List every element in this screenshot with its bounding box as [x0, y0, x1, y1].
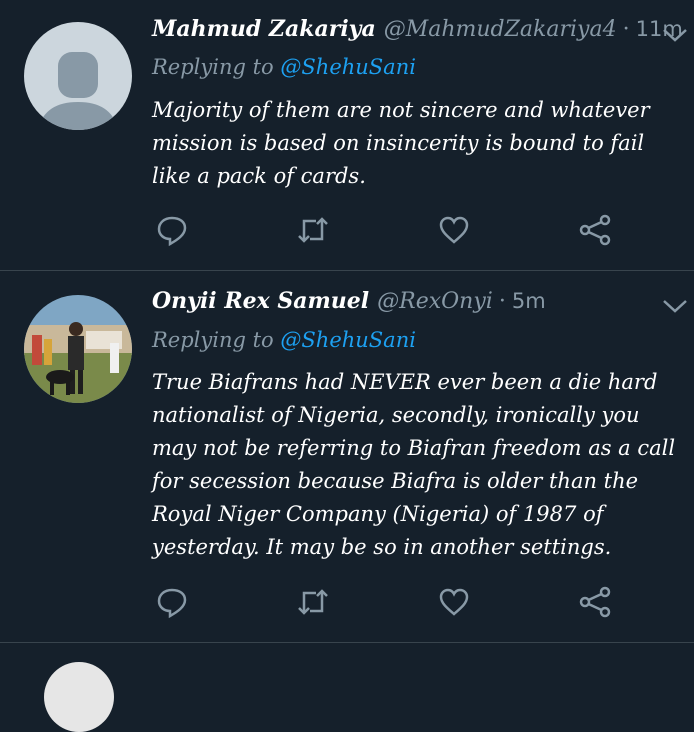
default-avatar-icon	[24, 22, 132, 130]
display-name[interactable]: Onyii Rex Samuel	[152, 288, 369, 314]
profile-photo-icon	[24, 295, 132, 403]
chevron-down-icon[interactable]	[660, 24, 690, 46]
like-button[interactable]	[434, 582, 474, 622]
like-button[interactable]	[434, 210, 474, 250]
reply-button[interactable]	[152, 210, 192, 250]
separator-dot: ·	[498, 289, 506, 314]
replying-label: Replying to	[152, 328, 274, 352]
reply-icon	[157, 216, 187, 247]
like-icon	[439, 588, 469, 616]
share-button[interactable]	[575, 582, 615, 622]
tweet-divider	[0, 642, 694, 643]
retweet-icon	[298, 589, 328, 615]
retweet-icon	[298, 217, 328, 243]
retweet-button[interactable]	[293, 210, 333, 250]
avatar-default[interactable]	[24, 22, 132, 130]
timestamp[interactable]: 5m	[512, 289, 546, 313]
tweet-2[interactable]: Onyii Rex Samuel @RexOnyi · 5m Replying …	[0, 271, 694, 642]
tweet-header: Mahmud Zakariya @MahmudZakariya4 · 11m	[152, 16, 683, 50]
next-tweet-avatar[interactable]	[44, 662, 114, 732]
replying-to: Replying to @ShehuSani	[152, 328, 416, 352]
chevron-down-icon[interactable]	[660, 295, 690, 317]
replying-to: Replying to @ShehuSani	[152, 55, 416, 79]
user-handle[interactable]: @MahmudZakariya4	[384, 17, 617, 42]
share-icon	[579, 586, 611, 618]
display-name[interactable]: Mahmud Zakariya	[152, 16, 376, 42]
replying-label: Replying to	[152, 55, 274, 79]
mention-link[interactable]: @ShehuSani	[280, 55, 416, 79]
retweet-button[interactable]	[293, 582, 333, 622]
tweet-text: True Biafrans had NEVER ever been a die …	[152, 370, 676, 559]
action-bar	[152, 582, 622, 622]
user-handle[interactable]: @RexOnyi	[377, 289, 493, 314]
reply-button[interactable]	[152, 582, 192, 622]
tweet-header: Onyii Rex Samuel @RexOnyi · 5m	[152, 288, 546, 322]
like-icon	[439, 216, 469, 244]
action-bar	[152, 210, 622, 250]
separator-dot: ·	[622, 17, 630, 42]
reply-icon	[157, 588, 187, 619]
mention-link[interactable]: @ShehuSani	[280, 328, 416, 352]
avatar-photo[interactable]	[24, 295, 132, 403]
share-button[interactable]	[575, 210, 615, 250]
tweet-1[interactable]: Mahmud Zakariya @MahmudZakariya4 · 11m R…	[0, 0, 694, 270]
tweet-text: Majority of them are not sincere and wha…	[152, 98, 650, 188]
share-icon	[579, 214, 611, 246]
